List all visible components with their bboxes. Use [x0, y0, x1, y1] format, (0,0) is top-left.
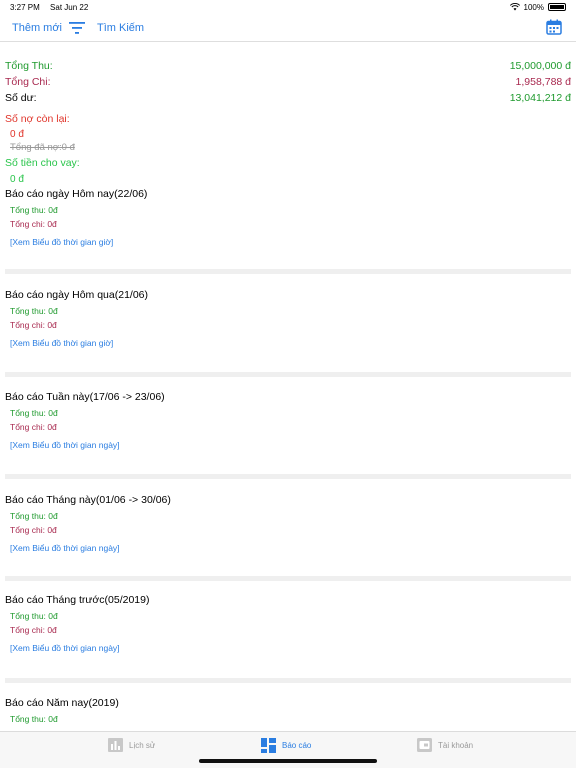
- report-title: Báo cáo Tháng trước(05/2019): [5, 594, 150, 606]
- report-today: Báo cáo ngày Hôm nay(22/06) Tổng thu: 0đ…: [5, 187, 571, 248]
- report-income: Tổng thu: 0đ: [10, 205, 58, 215]
- income-row: Tổng Thu: 15,000,000 đ: [5, 58, 571, 74]
- report-income: Tổng thu: 0đ: [10, 611, 58, 621]
- section-separator: [5, 269, 571, 274]
- dashboard-icon: [261, 738, 276, 753]
- wifi-icon: [509, 3, 520, 11]
- debt-remaining-value: 0 đ: [10, 129, 24, 140]
- report-income: Tổng thu: 0đ: [10, 511, 58, 521]
- section-separator: [5, 474, 571, 479]
- total-expense-value: 1,958,788 đ: [515, 76, 571, 88]
- view-chart-link[interactable]: [Xem Biểu đồ thời gian giờ]: [10, 337, 571, 349]
- total-income-value: 15,000,000 đ: [509, 60, 571, 72]
- view-chart-link[interactable]: [Xem Biểu đồ thời gian ngày]: [10, 642, 571, 654]
- report-title: Báo cáo Năm nay(2019): [5, 697, 119, 709]
- debt-remaining-label: Số nợ còn lại:: [5, 113, 70, 125]
- report-expense: Tổng chi: 0đ: [10, 320, 57, 330]
- status-time: 3:27 PM: [10, 2, 40, 12]
- report-income: Tổng thu: 0đ: [10, 306, 58, 316]
- report-income: Tổng thu: 0đ: [10, 408, 58, 418]
- report-this-year: Báo cáo Năm nay(2019) Tổng thu: 0đ: [5, 696, 571, 725]
- report-expense: Tổng chi: 0đ: [10, 219, 57, 229]
- status-date: Sat Jun 22: [50, 2, 89, 12]
- loan-label: Số tiền cho vay:: [5, 157, 80, 169]
- report-title: Báo cáo Tuần này(17/06 -> 23/06): [5, 391, 165, 403]
- report-yesterday: Báo cáo ngày Hôm qua(21/06) Tổng thu: 0đ…: [5, 288, 571, 349]
- view-chart-link[interactable]: [Xem Biểu đồ thời gian giờ]: [10, 236, 571, 248]
- tab-account-label: Tài khoản: [438, 740, 474, 750]
- report-title: Báo cáo ngày Hôm nay(22/06): [5, 188, 148, 200]
- tab-account[interactable]: Tài khoản: [417, 738, 473, 752]
- section-separator: [5, 576, 571, 581]
- section-separator: [5, 372, 571, 377]
- battery-percent: 100%: [523, 2, 544, 12]
- loan-value: 0 đ: [10, 174, 24, 185]
- status-bar: 3:27 PM Sat Jun 22 100%: [0, 0, 576, 14]
- summary-section: Tổng Thu: 15,000,000 đ Tổng Chi: 1,958,7…: [5, 58, 571, 106]
- add-new-button[interactable]: Thêm mới: [12, 22, 62, 34]
- total-income-label: Tổng Thu:: [5, 60, 53, 72]
- view-chart-link[interactable]: [Xem Biểu đồ thời gian ngày]: [10, 439, 571, 451]
- debt-paid-total: Tổng đã nợ:0 đ: [10, 142, 75, 153]
- status-left: 3:27 PM Sat Jun 22: [10, 3, 96, 12]
- wallet-icon: [417, 738, 432, 752]
- report-this-week: Báo cáo Tuần này(17/06 -> 23/06) Tổng th…: [5, 390, 571, 451]
- calendar-icon[interactable]: [546, 19, 562, 35]
- tab-report[interactable]: Báo cáo: [261, 738, 311, 753]
- report-income: Tổng thu: 0đ: [10, 714, 58, 724]
- report-last-month: Báo cáo Tháng trước(05/2019) Tổng thu: 0…: [5, 593, 571, 654]
- tab-report-label: Báo cáo: [282, 741, 312, 750]
- report-expense: Tổng chi: 0đ: [10, 422, 57, 432]
- bar-chart-icon: [108, 738, 123, 752]
- section-separator: [5, 678, 571, 683]
- view-chart-link[interactable]: [Xem Biểu đồ thời gian ngày]: [10, 542, 571, 554]
- expense-row: Tổng Chi: 1,958,788 đ: [5, 74, 571, 90]
- report-title: Báo cáo ngày Hôm qua(21/06): [5, 289, 149, 301]
- filter-icon[interactable]: [69, 21, 85, 35]
- balance-label: Số dư:: [5, 92, 37, 104]
- report-expense: Tổng chi: 0đ: [10, 625, 57, 635]
- report-expense: Tổng chi: 0đ: [10, 525, 57, 535]
- status-right: 100%: [509, 2, 566, 12]
- balance-value: 13,041,212 đ: [509, 92, 571, 104]
- search-button[interactable]: Tìm Kiếm: [97, 22, 144, 34]
- home-indicator: [199, 759, 377, 763]
- report-this-month: Báo cáo Tháng này(01/06 -> 30/06) Tổng t…: [5, 493, 571, 554]
- navigation-bar: Thêm mới Tìm Kiếm: [0, 14, 576, 42]
- tab-history[interactable]: Lịch sử: [108, 738, 155, 752]
- tab-history-label: Lịch sử: [129, 740, 156, 750]
- total-expense-label: Tổng Chi:: [5, 76, 51, 88]
- battery-icon: [548, 3, 566, 11]
- report-title: Báo cáo Tháng này(01/06 -> 30/06): [5, 494, 171, 506]
- balance-row: Số dư: 13,041,212 đ: [5, 90, 571, 106]
